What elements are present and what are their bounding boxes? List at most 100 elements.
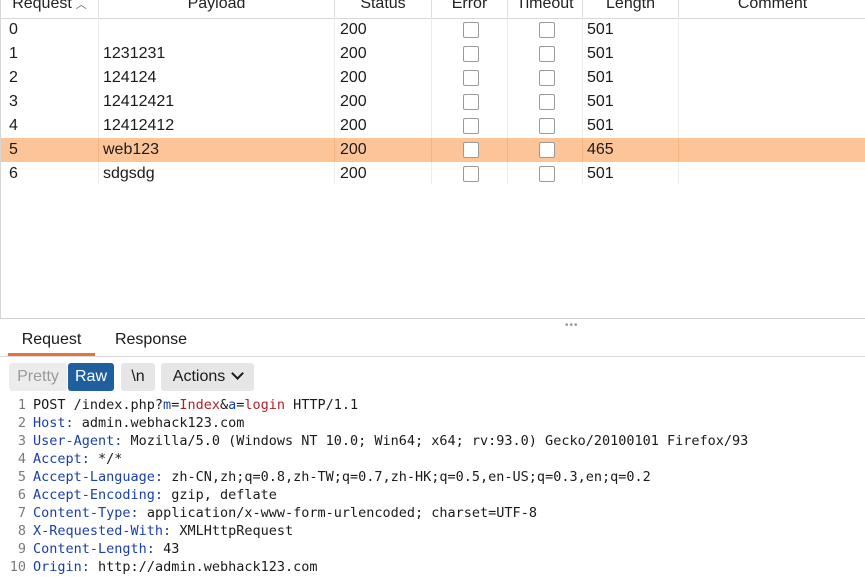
timeout-cell	[508, 114, 583, 138]
column-header-status[interactable]: Status	[335, 0, 432, 18]
error-cell	[432, 162, 508, 186]
header-line: 4 Accept: */*	[0, 450, 865, 468]
line-number: 9	[17, 541, 26, 557]
status-cell: 200	[335, 162, 432, 186]
column-header-length[interactable]: Length	[583, 0, 679, 18]
header-name: Accept	[33, 451, 82, 467]
error-checkbox[interactable]	[463, 22, 479, 38]
table-row[interactable]: 3 12412421 200 501	[1, 90, 865, 114]
status-cell: 200	[335, 42, 432, 66]
column-header-timeout[interactable]: Timeout	[508, 0, 583, 18]
timeout-cell	[508, 90, 583, 114]
table-row[interactable]: 2 124124 200 501	[1, 66, 865, 90]
header-value: zh-CN,zh;q=0.8,zh-TW;q=0.7,zh-HK;q=0.5,e…	[163, 469, 651, 485]
length-cell: 501	[583, 66, 679, 90]
table-header: Request ︿ Payload Status Error Timeout Le…	[1, 0, 865, 19]
payload-cell: 12412421	[99, 90, 335, 114]
header-name: Content-Length	[33, 541, 147, 557]
timeout-cell	[508, 18, 583, 42]
header-line: 2 Host: admin.webhack123.com	[0, 414, 865, 432]
timeout-cell	[508, 138, 583, 162]
payload-cell: web123	[99, 138, 335, 162]
timeout-checkbox[interactable]	[539, 166, 555, 182]
column-header-error[interactable]: Error	[432, 0, 508, 18]
comment-cell	[679, 162, 865, 186]
error-checkbox[interactable]	[463, 70, 479, 86]
header-value: application/x-www-form-urlencoded; chars…	[138, 505, 537, 521]
request-cell: 5	[1, 138, 99, 162]
timeout-checkbox[interactable]	[539, 46, 555, 62]
header-value: http://admin.webhack123.com	[89, 559, 318, 575]
line-number: 2	[17, 415, 26, 431]
length-cell: 501	[583, 114, 679, 138]
header-colon: :	[65, 415, 74, 431]
header-line: 7 Content-Type: application/x-www-form-ur…	[0, 504, 865, 522]
message-editor-pane: Request Response Pretty Raw \n Actions 1…	[0, 326, 865, 577]
timeout-checkbox[interactable]	[539, 142, 555, 158]
raw-button[interactable]: Raw	[68, 363, 114, 391]
timeout-checkbox[interactable]	[539, 70, 555, 86]
column-header-comment[interactable]: Comment	[679, 0, 865, 18]
header-colon: :	[154, 487, 164, 503]
tab-request[interactable]: Request	[8, 326, 95, 356]
results-table: Request ︿ Payload Status Error Timeout Le…	[0, 0, 865, 318]
request-cell: 1	[1, 42, 99, 66]
table-row[interactable]: 0 200 501	[1, 18, 865, 42]
line-number: 3	[17, 433, 26, 449]
line-number: 7	[17, 505, 26, 521]
table-empty-area	[1, 184, 865, 318]
payload-cell: 12412412	[99, 114, 335, 138]
timeout-checkbox[interactable]	[539, 118, 555, 134]
show-newlines-button[interactable]: \n	[121, 363, 155, 391]
status-cell: 200	[335, 138, 432, 162]
header-value: */*	[89, 451, 123, 467]
table-row[interactable]: 4 12412412 200 501	[1, 114, 865, 138]
comment-cell	[679, 42, 865, 66]
header-name: Origin	[33, 559, 82, 575]
error-checkbox[interactable]	[463, 94, 479, 110]
error-checkbox[interactable]	[463, 142, 479, 158]
header-value: admin.webhack123.com	[73, 415, 245, 431]
header-line: 3 User-Agent: Mozilla/5.0 (Windows NT 10.…	[0, 432, 865, 450]
length-cell: 465	[583, 138, 679, 162]
error-cell	[432, 138, 508, 162]
error-checkbox[interactable]	[463, 118, 479, 134]
error-cell	[432, 66, 508, 90]
header-line: 8 X-Requested-With: XMLHttpRequest	[0, 522, 865, 540]
error-checkbox[interactable]	[463, 166, 479, 182]
actions-dropdown[interactable]: Actions	[161, 363, 254, 391]
header-line: 10 Origin: http://admin.webhack123.com	[0, 558, 865, 576]
column-header-payload[interactable]: Payload	[99, 0, 335, 18]
request-cell: 6	[1, 162, 99, 186]
error-cell	[432, 114, 508, 138]
error-checkbox[interactable]	[463, 46, 479, 62]
tab-response[interactable]: Response	[107, 326, 195, 356]
header-line: 6 Accept-Encoding: gzip, deflate	[0, 486, 865, 504]
line-number: 1	[17, 397, 26, 413]
status-cell: 200	[335, 90, 432, 114]
table-row[interactable]: 1 1231231 200 501	[1, 42, 865, 66]
header-name: Accept-Encoding	[33, 487, 155, 503]
timeout-cell	[508, 66, 583, 90]
header-value: Mozilla/5.0 (Windows NT 10.0; Win64; x64…	[122, 433, 749, 449]
table-row[interactable]: 6 sdgsdg 200 501	[1, 162, 865, 186]
header-name: Accept-Language	[33, 469, 155, 485]
line-number: 6	[17, 487, 26, 503]
timeout-cell	[508, 42, 583, 66]
header-name: User-Agent	[33, 433, 115, 449]
table-row[interactable]: 5 web123 200 465	[1, 138, 865, 162]
comment-cell	[679, 90, 865, 114]
line-number: 5	[17, 469, 26, 485]
raw-request-editor[interactable]: 1 POST /index.php?m=Index&a=login HTTP/1.…	[0, 396, 865, 577]
header-value: XMLHttpRequest	[171, 523, 294, 539]
header-name: Content-Type	[33, 505, 131, 521]
header-colon: :	[81, 451, 90, 467]
comment-cell	[679, 138, 865, 162]
pretty-button[interactable]: Pretty	[9, 363, 67, 391]
comment-cell	[679, 66, 865, 90]
timeout-checkbox[interactable]	[539, 94, 555, 110]
column-header-request[interactable]: Request ︿	[1, 0, 99, 18]
length-cell: 501	[583, 162, 679, 186]
header-colon: :	[81, 559, 90, 575]
timeout-checkbox[interactable]	[539, 22, 555, 38]
